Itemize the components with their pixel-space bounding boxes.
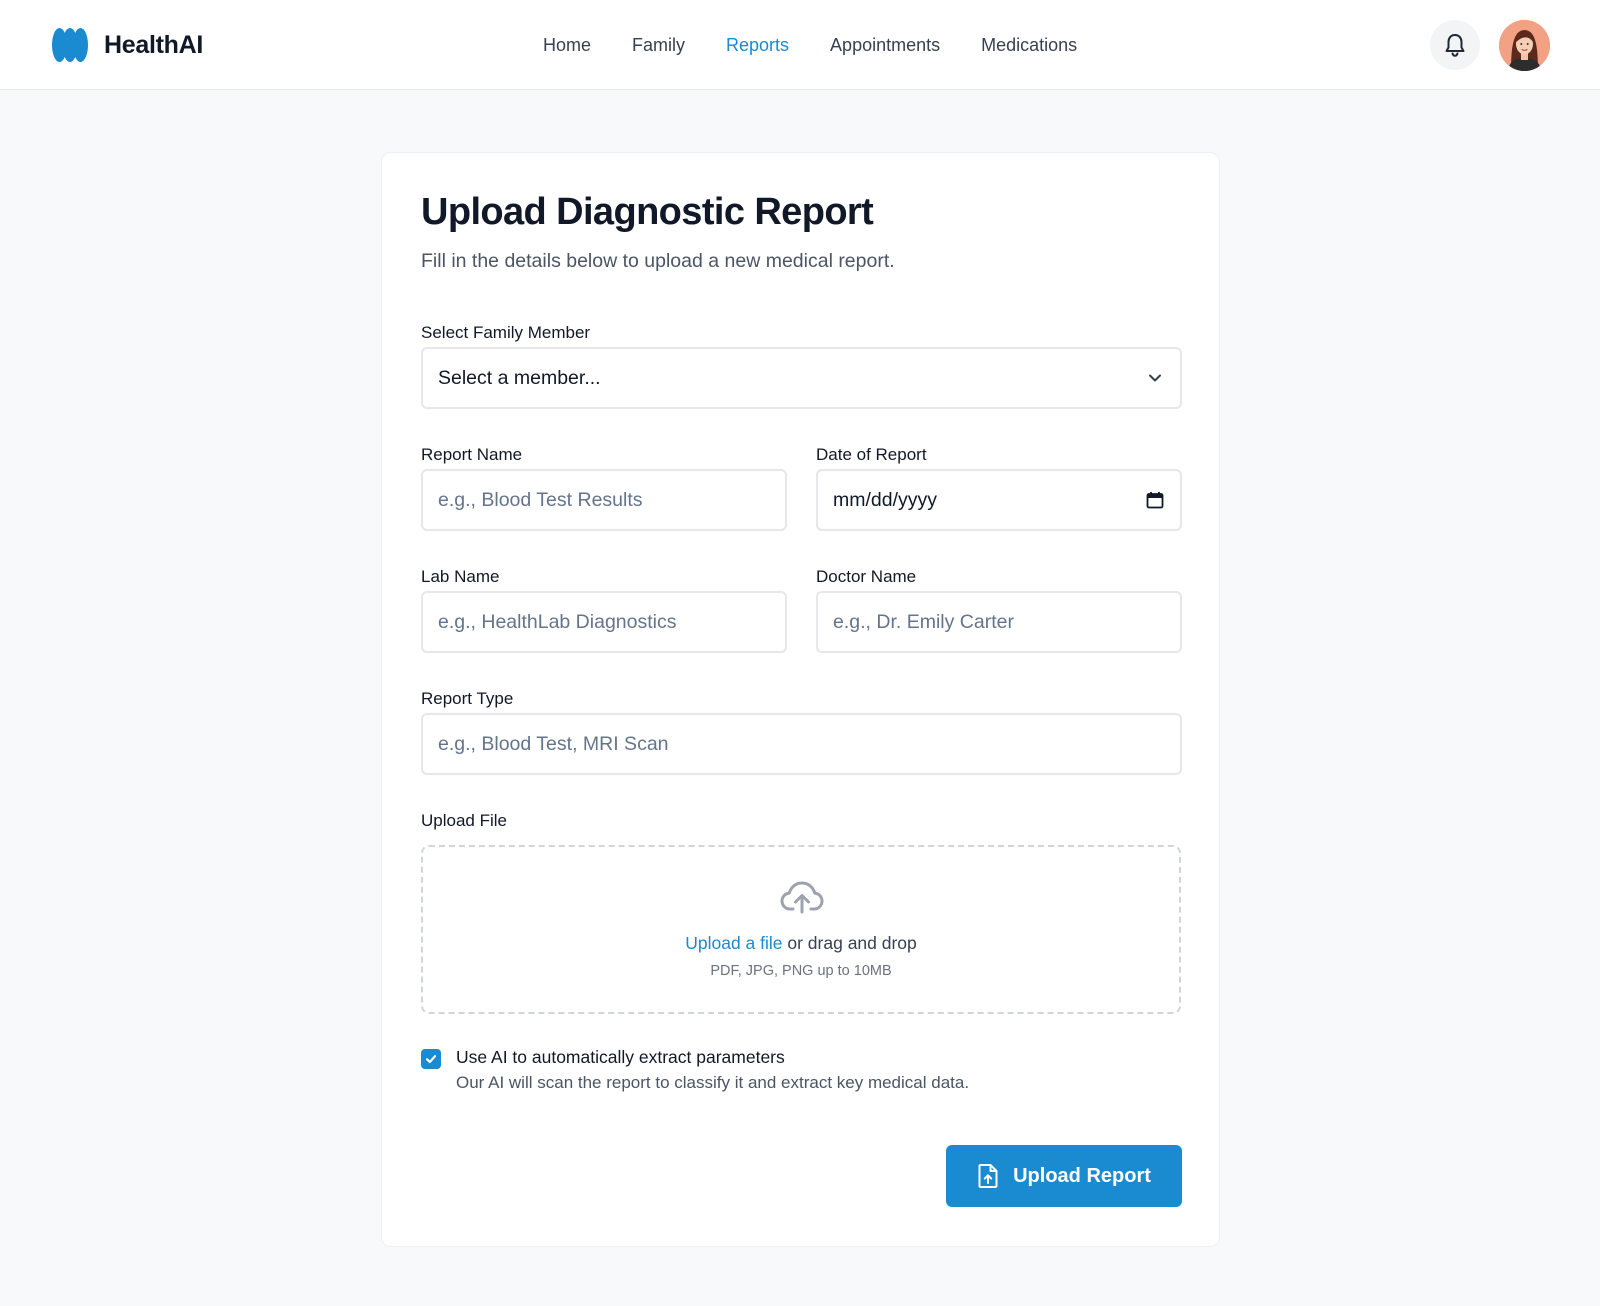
user-avatar[interactable] — [1499, 20, 1550, 71]
report-name-label: Report Name — [421, 445, 523, 464]
checkmark-icon — [425, 1055, 437, 1064]
file-dropzone[interactable]: Upload a file or drag and drop PDF, JPG,… — [421, 845, 1181, 1014]
notifications-button[interactable] — [1430, 20, 1480, 70]
lab-name-placeholder: e.g., HealthLab Diagnostics — [438, 610, 677, 633]
upload-report-button[interactable]: Upload Report — [946, 1145, 1182, 1207]
brand-name: HealthAI — [104, 30, 204, 59]
page-title: Upload Diagnostic Report — [421, 191, 874, 233]
family-member-selected: Select a member... — [438, 366, 601, 389]
ai-extract-label[interactable]: Use AI to automatically extract paramete… — [456, 1047, 785, 1068]
family-member-select[interactable]: Select a member... — [421, 347, 1182, 409]
nav-appointments[interactable]: Appointments — [830, 35, 940, 56]
family-member-label: Select Family Member — [421, 323, 591, 342]
doctor-name-input[interactable]: e.g., Dr. Emily Carter — [816, 591, 1182, 653]
nav-family[interactable]: Family — [632, 35, 685, 56]
upload-report-label: Upload Report — [1013, 1164, 1151, 1187]
doctor-name-placeholder: e.g., Dr. Emily Carter — [833, 610, 1014, 633]
drag-drop-text: or drag and drop — [782, 933, 917, 953]
report-date-label: Date of Report — [816, 445, 927, 464]
ai-extract-checkbox[interactable] — [421, 1049, 441, 1069]
calendar-icon[interactable] — [1146, 491, 1164, 509]
dropzone-instruction: Upload a file or drag and drop — [423, 933, 1179, 954]
report-date-input[interactable]: mm/dd/yyyy — [816, 469, 1182, 531]
top-navbar: HealthAI Home Family Reports Appointment… — [0, 0, 1600, 90]
avatar-illustration — [1499, 20, 1550, 71]
chevron-down-icon — [1149, 374, 1161, 382]
report-type-input[interactable]: e.g., Blood Test, MRI Scan — [421, 713, 1182, 775]
doctor-name-label: Doctor Name — [816, 567, 917, 586]
brand[interactable]: HealthAI — [52, 26, 203, 64]
bell-icon — [1445, 34, 1465, 57]
ai-extract-help: Our AI will scan the report to classify … — [456, 1073, 970, 1092]
nav-home[interactable]: Home — [543, 35, 591, 56]
healthai-logo-icon — [52, 28, 88, 62]
report-type-label: Report Type — [421, 689, 514, 708]
upload-report-card: Upload Diagnostic Report Fill in the det… — [381, 152, 1220, 1247]
cloud-upload-icon — [780, 881, 824, 914]
lab-name-input[interactable]: e.g., HealthLab Diagnostics — [421, 591, 787, 653]
page-subtitle: Fill in the details below to upload a ne… — [421, 250, 895, 272]
main-nav: Home Family Reports Appointments Medicat… — [543, 0, 1077, 90]
report-type-placeholder: e.g., Blood Test, MRI Scan — [438, 732, 669, 755]
upload-file-link[interactable]: Upload a file — [685, 933, 782, 953]
file-upload-icon — [978, 1164, 998, 1188]
report-name-placeholder: e.g., Blood Test Results — [438, 488, 643, 511]
nav-reports[interactable]: Reports — [726, 35, 789, 56]
lab-name-label: Lab Name — [421, 567, 500, 586]
upload-file-label: Upload File — [421, 811, 507, 830]
report-date-value: mm/dd/yyyy — [833, 488, 938, 511]
file-type-hint: PDF, JPG, PNG up to 10MB — [710, 963, 892, 979]
nav-medications[interactable]: Medications — [981, 35, 1077, 56]
report-name-input[interactable]: e.g., Blood Test Results — [421, 469, 787, 531]
